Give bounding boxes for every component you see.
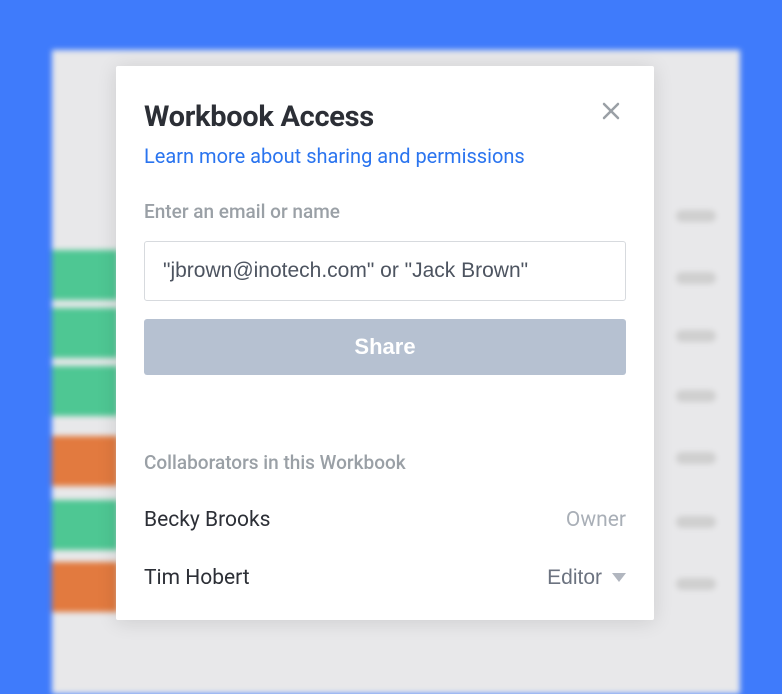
close-icon — [600, 110, 622, 125]
collaborator-role-owner: Owner — [566, 508, 626, 532]
workbook-access-modal: Workbook Access Learn more about sharing… — [116, 66, 654, 620]
email-or-name-input[interactable] — [144, 241, 626, 301]
collaborators-heading: Collaborators in this Workbook — [144, 451, 626, 474]
role-select-label: Editor — [547, 566, 602, 590]
learn-more-link[interactable]: Learn more about sharing and permissions — [144, 144, 525, 168]
email-field-label: Enter an email or name — [144, 200, 626, 223]
share-button[interactable]: Share — [144, 319, 626, 375]
chevron-down-icon — [612, 573, 626, 583]
collaborator-row: Tim Hobert Editor — [144, 566, 626, 590]
collaborator-role-select[interactable]: Editor — [547, 566, 626, 590]
modal-title: Workbook Access — [144, 100, 374, 134]
close-button[interactable] — [596, 96, 626, 126]
collaborator-row: Becky Brooks Owner — [144, 508, 626, 532]
collaborator-name: Becky Brooks — [144, 508, 270, 532]
collaborator-name: Tim Hobert — [144, 566, 250, 590]
